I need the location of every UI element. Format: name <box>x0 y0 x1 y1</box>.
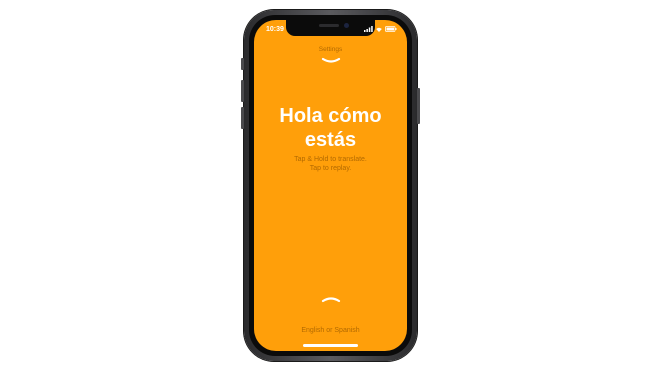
signal-icon <box>364 26 373 32</box>
home-indicator[interactable] <box>303 344 358 347</box>
volume-down-button <box>241 107 244 129</box>
wifi-icon <box>376 27 382 32</box>
chevron-down-icon[interactable] <box>321 57 341 65</box>
status-icons <box>364 26 397 32</box>
volume-up-button <box>241 80 244 102</box>
hint-line-1: Tap & Hold to translate. <box>294 156 367 163</box>
hint-line-2: Tap to replay. <box>309 165 352 172</box>
front-camera <box>344 23 349 28</box>
app-screen[interactable]: 10:39 Settings Hola cómo estás Tap & Hol… <box>254 20 407 351</box>
settings-link[interactable]: Settings <box>254 46 407 53</box>
silent-switch <box>241 58 244 70</box>
speaker-grille <box>319 24 339 27</box>
language-selector[interactable]: English or Spanish <box>254 327 407 334</box>
notch <box>286 20 375 36</box>
translated-phrase[interactable]: Hola cómo estás <box>254 104 407 152</box>
side-button <box>417 88 420 124</box>
phrase-line-2: estás <box>304 129 357 151</box>
chevron-up-icon[interactable] <box>321 295 341 303</box>
instruction-hint: Tap & Hold to translate. Tap to replay. <box>254 155 407 173</box>
phrase-line-1: Hola cómo <box>279 105 382 127</box>
status-time: 10:39 <box>266 26 284 33</box>
battery-icon <box>385 26 397 32</box>
